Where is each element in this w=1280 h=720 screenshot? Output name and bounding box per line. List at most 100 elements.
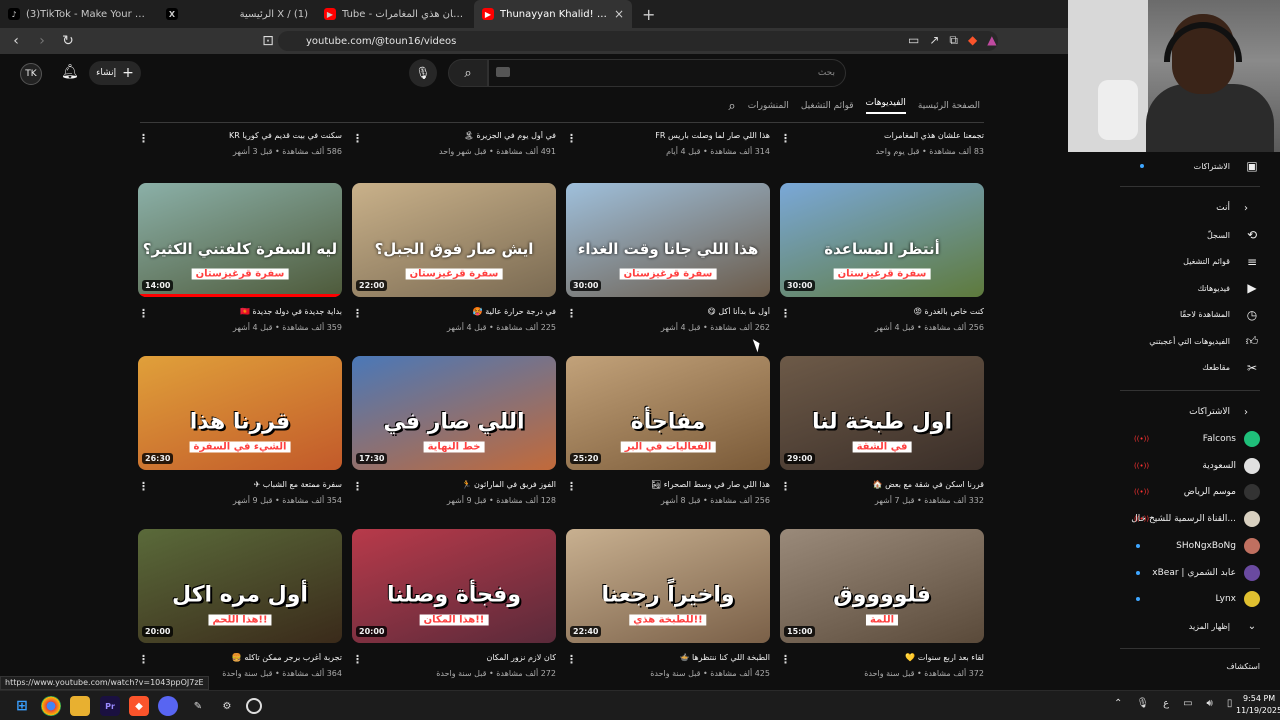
battery-icon[interactable]: ▯ (1227, 698, 1233, 709)
video-card[interactable]: قررنا هذا الشيء في السفرة 26:30 سفرة ممتعة … (138, 356, 342, 505)
subscription-item[interactable]: ((•)) Falcons (1120, 429, 1260, 449)
video-title[interactable]: في أول يوم في الجزيرة 🏝 (352, 131, 556, 142)
video-card-top[interactable]: هذا اللي صار لما وصلت باريس FR 314 ألف مش… (566, 131, 770, 156)
video-title[interactable]: الطبخة اللي كنا ننتظرها 🍲 (566, 653, 770, 664)
gear-icon[interactable]: ⚙ (217, 696, 237, 716)
discord-icon[interactable] (158, 696, 178, 716)
video-title[interactable]: كنت خاص بالغدرة 😡 (780, 307, 984, 318)
close-tab-icon[interactable]: × (614, 7, 624, 21)
video-thumbnail[interactable]: ليه السفرة كلفتني الكثير؟ سفرة قرغيزستان 1… (138, 183, 342, 297)
video-title[interactable]: قررنا اسكن في شقة مع بعض 🏠 (780, 480, 984, 491)
channel-search-icon[interactable]: ⌕ (728, 99, 735, 114)
notifications-bell-icon[interactable]: 🔔︎ (61, 64, 79, 80)
video-card[interactable]: واخيراً رجعنا للطبخة هذي!! 22:40 الطبخة الل… (566, 529, 770, 678)
bookmark-icon[interactable]: ⊡ (258, 33, 278, 49)
microphone-icon[interactable]: 🎙︎ (1136, 698, 1149, 709)
brave-shield-icon[interactable]: ◆ (968, 33, 977, 48)
sidebar-you-header[interactable]: أنت › (1120, 198, 1260, 218)
more-options-icon[interactable]: ⋮ (352, 132, 363, 145)
browser-tab-x[interactable]: X X / (1) الرئيسية (158, 0, 316, 28)
video-card[interactable]: مفاجأة الفعاليات في البر 25:20 هذا اللي صار… (566, 356, 770, 505)
windows-icon[interactable]: ⊞ (12, 696, 32, 716)
more-options-icon[interactable]: ⋮ (352, 480, 363, 493)
video-title[interactable]: لقاء بعد اربع سنوات 💛 (780, 653, 984, 664)
video-card[interactable]: اول طبخة لنا في الشقة 29:00 قررنا اسكن في ش… (780, 356, 984, 505)
video-title[interactable]: هذا اللي صار في وسط الصحراء 🏜 (566, 480, 770, 491)
video-thumbnail[interactable]: واخيراً رجعنا للطبخة هذي!! 22:40 (566, 529, 770, 643)
url-field[interactable]: youtube.com/@toun16/videos (278, 31, 998, 51)
sidebar-item-history[interactable]: السجلّ ⟲ (1120, 225, 1260, 245)
channel-avatar[interactable]: TK (20, 63, 42, 85)
video-title[interactable]: سكنت في بيت قديم في كوريا KR (138, 131, 342, 142)
more-options-icon[interactable]: ⋮ (566, 307, 577, 320)
voice-search-icon[interactable]: 🎙︎ (409, 59, 437, 87)
language-indicator[interactable]: ع (1163, 698, 1169, 709)
chrome-icon[interactable] (41, 696, 61, 716)
more-options-icon[interactable]: ⋮ (566, 132, 577, 145)
video-card-top[interactable]: في أول يوم في الجزيرة 🏝 491 ألف مشاهدة • … (352, 131, 556, 156)
back-icon[interactable]: ‹ (6, 33, 26, 49)
browser-tab-youtube-1[interactable]: ▶ Tube - تجمعنا علشان هذي المغامرات (316, 0, 474, 28)
video-thumbnail[interactable]: أول مره اكل هذا اللحم!! 20:00 (138, 529, 342, 643)
more-options-icon[interactable]: ⋮ (780, 307, 791, 320)
more-options-icon[interactable]: ⋮ (138, 653, 149, 666)
video-title[interactable]: تجربة أغرب برجر ممكن تاكله 🍔 (138, 653, 342, 664)
subscription-item[interactable]: ((•)) موسم الرياض (1120, 482, 1260, 502)
search-button[interactable]: ⌕ (448, 59, 488, 87)
more-options-icon[interactable]: ⋮ (138, 132, 149, 145)
video-card-top[interactable]: تجمعنا علشان هذي المغامرات 83 ألف مشاهدة … (780, 131, 984, 156)
video-card[interactable]: ايش صار فوق الجبل؟ سفرة قرغيزستان 22:00 في … (352, 183, 556, 332)
more-options-icon[interactable]: ⋮ (566, 653, 577, 666)
new-tab-button[interactable]: + (632, 5, 665, 24)
tray-chevron-up-icon[interactable]: ⌃ (1114, 698, 1122, 709)
volume-icon[interactable]: 🔊︎ (1207, 698, 1213, 709)
tab-posts[interactable]: المنشورات (748, 101, 789, 111)
tab-videos[interactable]: الفيديوهات (865, 98, 906, 114)
more-options-icon[interactable]: ⋮ (780, 653, 791, 666)
video-title[interactable]: سفرة ممتعة مع الشباب ✈ (138, 480, 342, 491)
reload-icon[interactable]: ↻ (58, 33, 78, 49)
video-title[interactable]: أول ما بدأنا أكل 😋 (566, 307, 770, 318)
keyboard-icon[interactable] (496, 67, 510, 77)
brave-rewards-icon[interactable]: ▲ (987, 33, 996, 48)
video-thumbnail[interactable]: أنتظر المساعدة سفرة قرغيزستان 30:00 (780, 183, 984, 297)
share-icon[interactable]: ↗ (929, 33, 939, 48)
video-title[interactable]: في درجة حرارة عالية 🥵 (352, 307, 556, 318)
video-card[interactable]: أول مره اكل هذا اللحم!! 20:00 تجربة أغرب بر… (138, 529, 342, 678)
sidebar-subscriptions-header[interactable]: الاشتراكات › (1120, 402, 1260, 422)
video-card[interactable]: ليه السفرة كلفتني الكثير؟ سفرة قرغيزستان 1… (138, 183, 342, 332)
video-thumbnail[interactable]: هذا اللي جانا وقت الغداء سفرة قرغيزستان 30… (566, 183, 770, 297)
subscription-item[interactable]: SHoNgxBoNg (1120, 536, 1260, 556)
sidebar-item-playlist[interactable]: قوائم التشغيل ≡ (1120, 252, 1260, 272)
video-card[interactable]: اللي صار في خط النهاية 17:30 الفوز فريق في … (352, 356, 556, 505)
video-thumbnail[interactable]: فلووووق اللمة 15:00 (780, 529, 984, 643)
network-icon[interactable]: ▭ (1183, 698, 1192, 709)
forward-icon[interactable]: › (32, 33, 52, 49)
video-title[interactable]: الفوز فريق في الماراثون 🏃 (352, 480, 556, 491)
video-card[interactable]: هذا اللي جانا وقت الغداء سفرة قرغيزستان 30… (566, 183, 770, 332)
more-options-icon[interactable]: ⋮ (138, 480, 149, 493)
video-card[interactable]: أنتظر المساعدة سفرة قرغيزستان 30:00 كنت خاص… (780, 183, 984, 332)
video-thumbnail[interactable]: مفاجأة الفعاليات في البر 25:20 (566, 356, 770, 470)
create-button[interactable]: إنشاء + (89, 61, 141, 85)
video-card[interactable]: وفجأة وصلنا هذا المكان!! 20:00 كان لازم نزو… (352, 529, 556, 678)
video-card-top[interactable]: سكنت في بيت قديم في كوريا KR 586 ألف مشاه… (138, 131, 342, 156)
subscription-item[interactable]: ((•)) القناة الرسمية للشيخ خال... (1120, 509, 1260, 529)
sidebar-item-clock[interactable]: المشاهدة لاحقًا ◷ (1120, 305, 1260, 325)
clock[interactable]: 9:54 PM 11/19/2025 (1236, 693, 1280, 717)
sidebar-item-like[interactable]: الفيديوهات التي أعجبتني 👍︎ (1120, 331, 1260, 351)
video-thumbnail[interactable]: ايش صار فوق الجبل؟ سفرة قرغيزستان 22:00 (352, 183, 556, 297)
tab-playlists[interactable]: قوائم التشغيل (801, 101, 854, 111)
more-options-icon[interactable]: ⋮ (780, 132, 791, 145)
video-thumbnail[interactable]: اللي صار في خط النهاية 17:30 (352, 356, 556, 470)
video-title[interactable]: بداية جديدة في دولة جديدة 🇰🇬 (138, 307, 342, 318)
more-options-icon[interactable]: ⋮ (352, 653, 363, 666)
sidebar-item-video[interactable]: فيديوهاتك ▶ (1120, 278, 1260, 298)
folder-icon[interactable] (70, 696, 90, 716)
subscription-item[interactable]: Lynx (1120, 589, 1260, 609)
more-options-icon[interactable]: ⋮ (566, 480, 577, 493)
pen-icon[interactable]: ✎ (188, 696, 208, 716)
tab-home[interactable]: الصفحة الرئيسية (918, 101, 980, 111)
browser-tab-youtube-active[interactable]: ▶ Thunayyan Khalid! - YouTube × (474, 0, 632, 28)
video-thumbnail[interactable]: وفجأة وصلنا هذا المكان!! 20:00 (352, 529, 556, 643)
